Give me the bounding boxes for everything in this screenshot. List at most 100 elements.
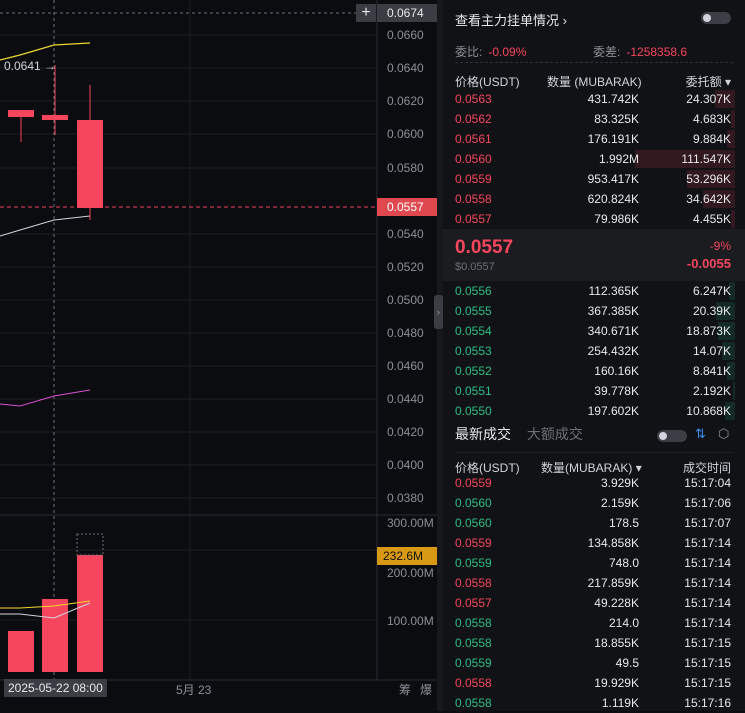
bid-ask-diff: 委差: -1258358.6 bbox=[593, 45, 688, 59]
volume-tag: 232.6M bbox=[377, 547, 437, 565]
total: 24.307K bbox=[686, 92, 731, 106]
price: 0.0554 bbox=[455, 324, 492, 338]
col-price: 价格(USDT) bbox=[455, 75, 520, 89]
chips-button[interactable]: 筹 bbox=[399, 681, 411, 698]
candle bbox=[42, 115, 68, 120]
collapse-handle[interactable]: › bbox=[434, 295, 443, 329]
chevron-right-icon: › bbox=[562, 13, 567, 28]
time: 15:17:15 bbox=[684, 676, 731, 690]
volume-bar bbox=[77, 555, 103, 672]
price-tick: 0.0640 bbox=[387, 61, 424, 75]
price-tick: 0.0460 bbox=[387, 359, 424, 373]
ask-row[interactable]: 0.0563 431.742K 24.307K bbox=[443, 89, 745, 109]
qty: 112.365K bbox=[588, 284, 640, 298]
qty: 160.16K bbox=[594, 364, 639, 378]
tab-large-trades[interactable]: 大额成交 bbox=[527, 426, 583, 442]
price: 0.0551 bbox=[455, 384, 492, 398]
bid-row[interactable]: 0.0556 112.365K 6.247K bbox=[443, 281, 745, 301]
time: 15:17:15 bbox=[684, 636, 731, 650]
total: 14.07K bbox=[692, 344, 731, 358]
qty: 214.0 bbox=[608, 616, 639, 630]
chart-canvas[interactable] bbox=[0, 0, 437, 711]
bid-row[interactable]: 0.0553 254.432K 14.07K bbox=[443, 341, 745, 361]
main-orders-link[interactable]: 查看主力挂单情况 › bbox=[455, 10, 567, 29]
price: 0.0558 bbox=[455, 696, 492, 710]
price-scale[interactable]: + 0.0674 0.0660 0.0640 0.0620 0.0600 0.0… bbox=[356, 0, 437, 680]
total: 10.868K bbox=[686, 404, 731, 418]
price: 0.0561 bbox=[455, 132, 492, 146]
tab-latest-trades[interactable]: 最新成交 bbox=[455, 426, 511, 442]
qty: 217.859K bbox=[587, 576, 639, 590]
qty: 367.385K bbox=[587, 304, 639, 318]
trade-row[interactable]: 0.0558 214.0 15:17:14 bbox=[443, 613, 745, 633]
trade-row[interactable]: 0.0558 217.859K 15:17:14 bbox=[443, 573, 745, 593]
total: 2.192K bbox=[692, 384, 731, 398]
price: 0.0560 bbox=[455, 496, 492, 510]
volume-bar bbox=[42, 599, 68, 672]
price-tick: 0.0580 bbox=[387, 161, 424, 175]
trade-row[interactable]: 0.0558 19.929K 15:17:15 bbox=[443, 673, 745, 693]
main-orders-toggle[interactable] bbox=[701, 12, 731, 24]
col-qty: 数量 (MUBARAK) bbox=[547, 75, 642, 89]
ask-row[interactable]: 0.0559 953.417K 53.296K bbox=[443, 169, 745, 189]
bid-ask-ratio: 委比: -0.09% bbox=[455, 45, 527, 59]
ask-row[interactable]: 0.0560 1.992M 111.547K bbox=[443, 149, 745, 169]
price: 0.0560 bbox=[455, 516, 492, 530]
orderbook-panel: 查看主力挂单情况 › 委比: -0.09% 委差: -1258358.6 价格(US… bbox=[443, 0, 745, 711]
total: 18.873K bbox=[686, 324, 731, 338]
qty: 953.417K bbox=[587, 172, 639, 186]
candle bbox=[8, 110, 34, 117]
price: 0.0559 bbox=[455, 172, 492, 186]
bid-row[interactable]: 0.0550 197.602K 10.868K bbox=[443, 401, 745, 421]
price-tick: 0.0600 bbox=[387, 127, 424, 141]
trades-toggle[interactable] bbox=[657, 430, 687, 442]
add-icon[interactable]: + bbox=[356, 4, 376, 22]
price-tick: 0.0540 bbox=[387, 227, 424, 241]
settings-hexagon-icon[interactable]: ⬡ bbox=[718, 426, 729, 442]
price: 0.0559 bbox=[455, 556, 492, 570]
bid-row[interactable]: 0.0555 367.385K 20.39K bbox=[443, 301, 745, 321]
price: 0.0558 bbox=[455, 192, 492, 206]
price: 0.0558 bbox=[455, 636, 492, 650]
current-price-tag: 0.0557 bbox=[377, 198, 437, 216]
qty: 39.778K bbox=[594, 384, 639, 398]
ask-row[interactable]: 0.0558 620.824K 34.642K bbox=[443, 189, 745, 209]
total: 9.884K bbox=[692, 132, 731, 146]
last-price-usd: $0.0557 bbox=[455, 261, 495, 273]
col-total-select[interactable]: 委托额 ▾ bbox=[686, 73, 731, 90]
liquidation-button[interactable]: 爆 bbox=[420, 681, 432, 698]
trade-row[interactable]: 0.0559 49.5 15:17:15 bbox=[443, 653, 745, 673]
mid-price-panel: 0.0557 $0.0557 -9% -0.0055 bbox=[443, 229, 745, 281]
trade-row[interactable]: 0.0560 178.5 15:17:07 bbox=[443, 513, 745, 533]
ask-row[interactable]: 0.0561 176.191K 9.884K bbox=[443, 129, 745, 149]
bid-row[interactable]: 0.0551 39.778K 2.192K bbox=[443, 381, 745, 401]
trade-tabs: 最新成交 大额成交 bbox=[455, 424, 583, 444]
sort-icon[interactable]: ⇅ bbox=[695, 426, 706, 442]
candles bbox=[8, 65, 103, 220]
volume-bar bbox=[8, 631, 34, 672]
bid-row[interactable]: 0.0554 340.671K 18.873K bbox=[443, 321, 745, 341]
crosshair-time-tag: 2025-05-22 08:00 bbox=[4, 679, 107, 697]
trade-row[interactable]: 0.0560 2.159K 15:17:06 bbox=[443, 493, 745, 513]
time: 15:17:14 bbox=[684, 596, 731, 610]
trade-row[interactable]: 0.0559 3.929K 15:17:04 bbox=[443, 473, 745, 493]
time: 15:17:04 bbox=[684, 476, 731, 490]
trade-row[interactable]: 0.0559 748.0 15:17:14 bbox=[443, 553, 745, 573]
price: 0.0557 bbox=[455, 212, 492, 226]
ask-row[interactable]: 0.0562 83.325K 4.683K bbox=[443, 109, 745, 129]
price: 0.0550 bbox=[455, 404, 492, 418]
trade-row[interactable]: 0.0558 18.855K 15:17:15 bbox=[443, 633, 745, 653]
chevron-right-icon: › bbox=[437, 307, 440, 317]
trade-row[interactable]: 0.0558 1.119K 15:17:16 bbox=[443, 693, 745, 713]
trade-row[interactable]: 0.0557 49.228K 15:17:14 bbox=[443, 593, 745, 613]
price: 0.0560 bbox=[455, 152, 492, 166]
total: 20.39K bbox=[692, 304, 731, 318]
trade-row[interactable]: 0.0559 134.858K 15:17:14 bbox=[443, 533, 745, 553]
kline-chart[interactable]: 0.0641 → + 0.0674 0.0660 0.0640 0.0620 0… bbox=[0, 0, 437, 711]
qty: 178.5 bbox=[608, 516, 639, 530]
high-price-marker: 0.0641 → bbox=[4, 59, 57, 73]
bid-row[interactable]: 0.0552 160.16K 8.841K bbox=[443, 361, 745, 381]
ask-row[interactable]: 0.0557 79.986K 4.455K bbox=[443, 209, 745, 229]
volume-tick: 200.00M bbox=[387, 566, 434, 580]
price-tick: 0.0620 bbox=[387, 94, 424, 108]
